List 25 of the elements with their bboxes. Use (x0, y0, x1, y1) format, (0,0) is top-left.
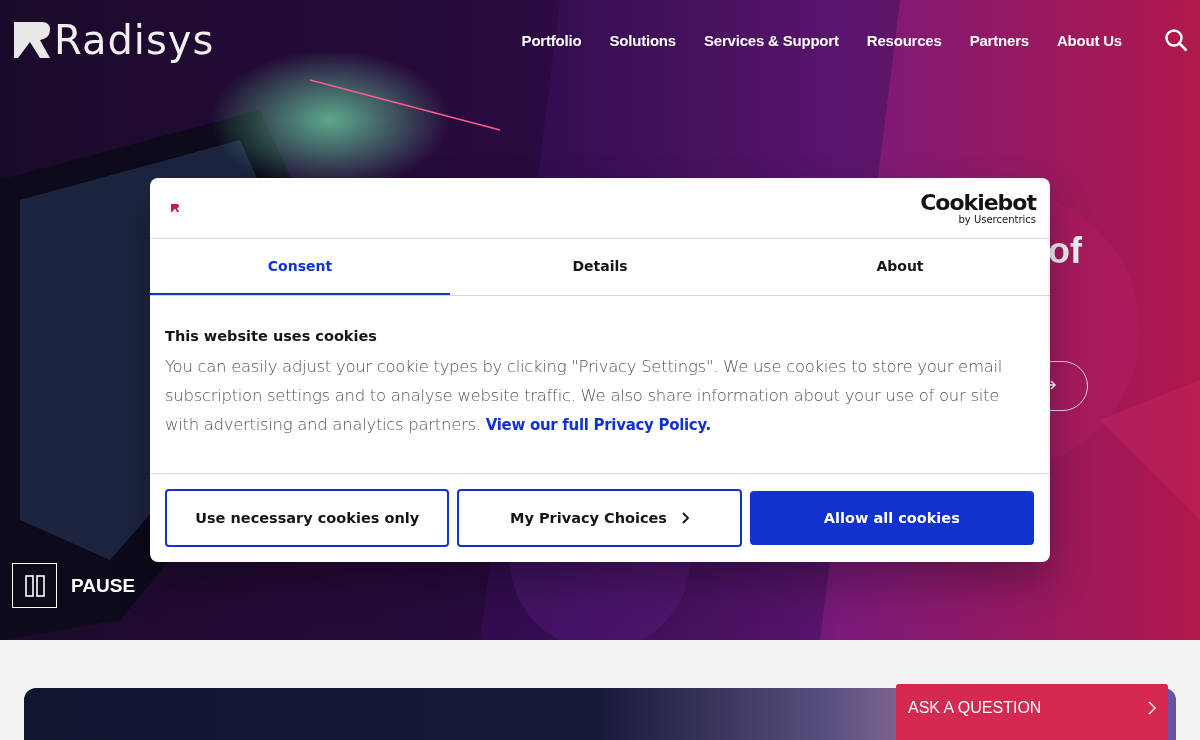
provider-subtitle: by Usercentrics (958, 213, 1036, 225)
pause-icon (22, 573, 47, 598)
logo-icon[interactable] (12, 20, 52, 60)
allow-button[interactable]: Allow all cookies (749, 491, 1034, 545)
choices-button[interactable]: My Privacy Choices (457, 489, 742, 547)
search-icon[interactable] (1164, 28, 1188, 52)
nav-link[interactable]: Services & Support (703, 31, 839, 49)
chevron-icon (1148, 701, 1156, 715)
logo-icon (170, 203, 180, 213)
nav-link[interactable]: Partners (969, 31, 1029, 49)
hero-heading: of (1048, 230, 1082, 272)
nav-link[interactable]: About Us (1056, 31, 1122, 49)
nav-link[interactable]: Portfolio (521, 31, 582, 49)
pause-button[interactable] (12, 563, 57, 608)
dialog-text: You can easily adjust your cookie types by clicking "Privacy Settings". We use cookies to store your email subscription settings and to analyse website traffic. We also share information about your use of our site with advertising and analytics partners. View our full Privacy Policy. (165, 356, 1004, 436)
chevron-icon (680, 512, 689, 524)
nav-link[interactable]: Resources (866, 31, 942, 49)
pause-label[interactable]: PAUSE (71, 574, 136, 597)
ask-question-button[interactable]: ASK A QUESTION (896, 684, 1168, 740)
privacy-link[interactable]: View our full Privacy Policy. (485, 416, 711, 434)
dialog-title: This website uses cookies (165, 328, 378, 344)
tab[interactable]: Consent (150, 239, 450, 295)
provider-logo[interactable]: Cookiebot (920, 191, 1036, 214)
nav-link[interactable]: Solutions (609, 31, 676, 49)
necessary-button[interactable]: Use necessary cookies only (165, 489, 450, 547)
